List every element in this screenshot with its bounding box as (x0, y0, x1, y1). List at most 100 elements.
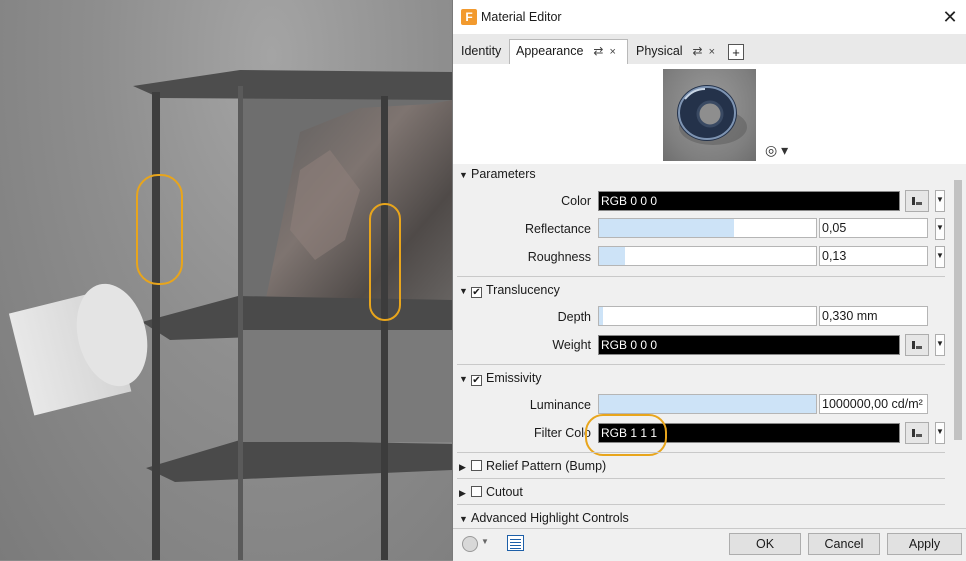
panel-scrollbar[interactable] (949, 164, 966, 528)
texture-picker-button[interactable] (905, 422, 929, 444)
section-divider (457, 364, 945, 365)
depth-label: Depth (557, 310, 591, 324)
bottom-toolbar: ▼ OK Cancel Apply (453, 528, 966, 561)
weight-options-dropdown[interactable]: ▼ (935, 334, 945, 356)
roughness-slider-fill (599, 247, 626, 265)
emissivity-checkbox[interactable]: ✔ (471, 375, 482, 386)
depth-slider[interactable] (598, 306, 817, 326)
texture-brush-icon (912, 429, 922, 437)
reflectance-value-input[interactable]: 0,05 (819, 218, 928, 238)
filter-color-options-dropdown[interactable]: ▼ (935, 422, 945, 444)
section-translucency-header[interactable]: ▼ ✔ Translucency (457, 280, 945, 300)
section-parameters-label: Parameters (471, 167, 536, 181)
shelf-lower-board (146, 440, 452, 482)
cancel-button[interactable]: Cancel (808, 533, 880, 555)
expand-arrow-icon[interactable]: ▼ (459, 509, 471, 528)
section-divider (457, 276, 945, 277)
app-logo-icon: F (461, 9, 477, 25)
color-options-dropdown[interactable]: ▼ (935, 190, 945, 212)
roughness-label: Roughness (527, 250, 591, 264)
reflectance-slider[interactable] (598, 218, 817, 238)
section-relief-label: Relief Pattern (Bump) (486, 459, 607, 473)
window-title: Material Editor (481, 10, 562, 24)
material-editor-window: F Material Editor ✕ Identity Appearance ⇄… (452, 0, 966, 561)
relief-checkbox[interactable] (471, 460, 482, 471)
close-icon[interactable]: × (709, 41, 715, 63)
render-viewport (0, 0, 452, 560)
tab-identity-label: Identity (461, 44, 502, 58)
expand-arrow-icon[interactable]: ▼ (459, 281, 471, 301)
spiral-icon: ◎ ▾ (765, 142, 789, 158)
torus-preview-icon (677, 85, 747, 145)
section-cutout-label: Cutout (486, 485, 523, 499)
reflectance-slider-fill (599, 219, 734, 237)
section-relief-header[interactable]: ▶ Relief Pattern (Bump) (457, 456, 945, 476)
tab-appearance[interactable]: Appearance ⇄ × (509, 39, 628, 65)
render-scene (8, 70, 452, 560)
ok-button[interactable]: OK (729, 533, 801, 555)
expand-arrow-icon[interactable]: ▼ (459, 369, 471, 389)
section-advanced-label: Advanced Highlight Controls (471, 511, 629, 525)
tab-physical[interactable]: Physical ⇄ × (630, 40, 721, 64)
list-view-icon[interactable] (507, 535, 524, 551)
color-swatch-field[interactable]: RGB 0 0 0 (598, 191, 900, 211)
section-divider (457, 478, 945, 479)
texture-brush-icon (912, 341, 922, 349)
shelf-top-board (133, 70, 452, 100)
preview-options-menu[interactable]: ◎ ▾ (765, 142, 788, 159)
close-button[interactable]: ✕ (933, 0, 966, 34)
reflectance-label: Reflectance (524, 222, 591, 236)
translucency-checkbox[interactable]: ✔ (471, 287, 482, 298)
section-emissivity-label: Emissivity (486, 371, 542, 385)
cutout-checkbox[interactable] (471, 486, 482, 497)
roughness-options-dropdown[interactable]: ▼ (935, 246, 945, 268)
material-library-icon[interactable] (462, 536, 478, 552)
tab-appearance-label: Appearance (516, 44, 584, 58)
close-icon[interactable]: × (609, 41, 615, 63)
section-parameters-header[interactable]: ▼ Parameters (457, 164, 945, 184)
shelf-post-front-left (152, 92, 160, 560)
texture-picker-button[interactable] (905, 190, 929, 212)
section-emissivity-header[interactable]: ▼ ✔ Emissivity (457, 368, 945, 388)
shelf-post-front-right (381, 96, 388, 560)
material-preview-thumbnail[interactable] (663, 69, 756, 161)
scrollbar-thumb[interactable] (954, 180, 962, 440)
collapse-arrow-icon[interactable]: ▶ (459, 483, 471, 503)
section-advanced-header[interactable]: ▼ Advanced Highlight Controls (457, 508, 945, 528)
filter-color-label: Filter Colo (534, 426, 591, 440)
section-translucency-label: Translucency (486, 283, 560, 297)
section-cutout-header[interactable]: ▶ Cutout (457, 482, 945, 502)
apply-button[interactable]: Apply (887, 533, 962, 555)
swap-icon[interactable]: ⇄ (593, 40, 603, 62)
collapse-arrow-icon[interactable]: ▶ (459, 457, 471, 477)
shelf-post-back-left (238, 86, 243, 560)
chevron-down-icon[interactable]: ▼ (481, 537, 489, 546)
material-preview-area: ◎ ▾ (453, 64, 966, 164)
weight-swatch-field[interactable]: RGB 0 0 0 (598, 335, 900, 355)
parameters-panel: ▼ Parameters Color RGB 0 0 0 ▼ Reflectanc… (453, 164, 949, 528)
tab-physical-label: Physical (636, 44, 683, 58)
depth-slider-fill (599, 307, 604, 325)
section-divider (457, 452, 945, 453)
add-tab-button[interactable]: + (728, 44, 744, 60)
weight-label: Weight (552, 338, 591, 352)
swap-icon[interactable]: ⇄ (693, 40, 703, 62)
tab-identity[interactable]: Identity (455, 40, 507, 64)
filter-color-swatch-field[interactable]: RGB 1 1 1 (598, 423, 900, 443)
texture-picker-button[interactable] (905, 334, 929, 356)
title-bar[interactable]: F Material Editor ✕ (453, 0, 966, 35)
luminance-slider-fill (599, 395, 816, 413)
expand-arrow-icon[interactable]: ▼ (459, 165, 471, 185)
reflectance-options-dropdown[interactable]: ▼ (935, 218, 945, 240)
texture-brush-icon (912, 197, 922, 205)
luminance-slider[interactable] (598, 394, 817, 414)
depth-value-input[interactable]: 0,330 mm (819, 306, 928, 326)
roughness-slider[interactable] (598, 246, 817, 266)
section-divider (457, 504, 945, 505)
luminance-label: Luminance (529, 398, 591, 412)
tab-bar: Identity Appearance ⇄ × Physical ⇄ × + (453, 34, 966, 65)
roughness-value-input[interactable]: 0,13 (819, 246, 928, 266)
color-label: Color (561, 194, 591, 208)
shelf-lower-back (240, 330, 452, 442)
luminance-value-input[interactable]: 1000000,00 cd/m² (819, 394, 928, 414)
